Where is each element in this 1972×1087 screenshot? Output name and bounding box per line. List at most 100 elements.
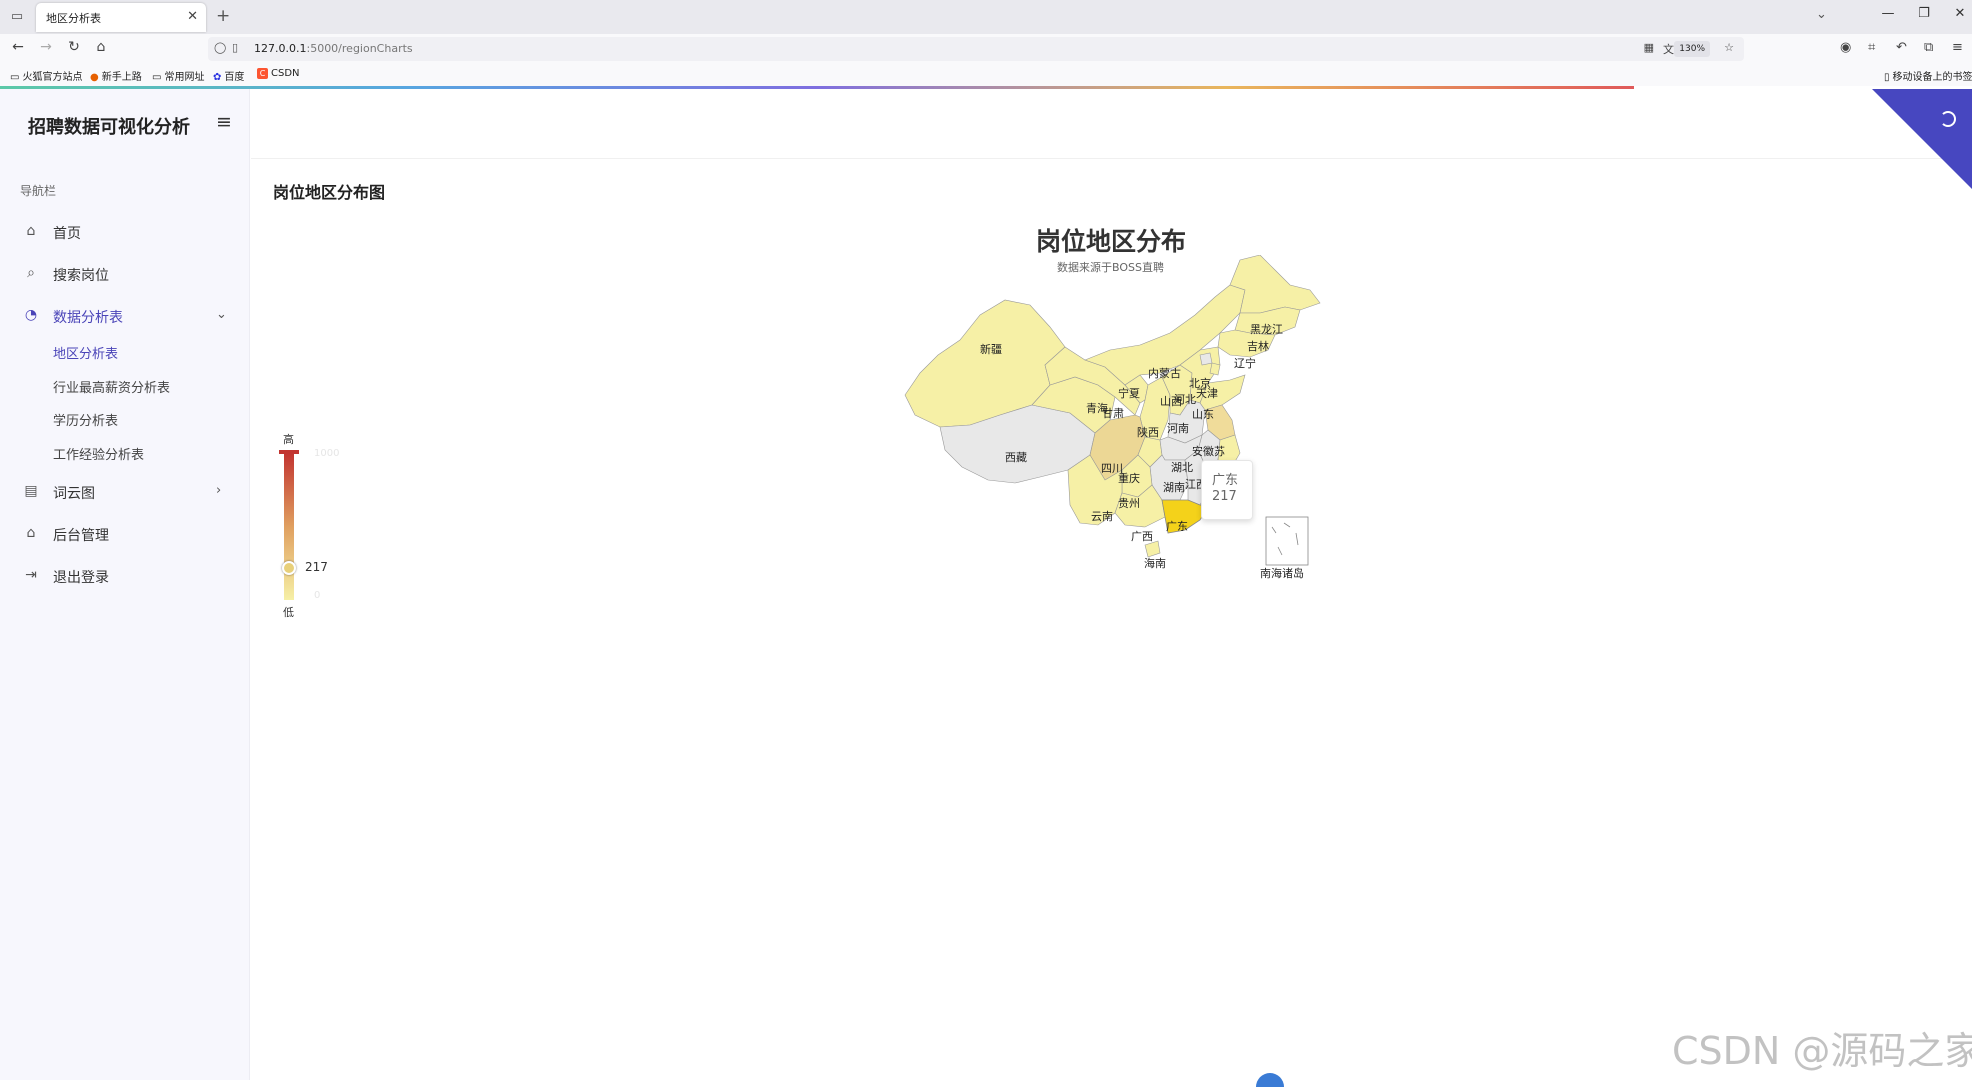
- visual-map-high-label: 高: [283, 433, 294, 446]
- sidebar-item-label: 退出登录: [53, 570, 109, 586]
- corner-badge[interactable]: [1872, 89, 1972, 189]
- south-sea-islands-inset[interactable]: [1265, 516, 1309, 566]
- sidebar-subitem-education[interactable]: 学历分析表: [53, 410, 118, 429]
- csdn-icon: C: [257, 68, 268, 79]
- page-info-icon[interactable]: ▯: [232, 41, 238, 54]
- reload-icon[interactable]: ↻: [65, 39, 83, 55]
- label-liaoning: 辽宁: [1234, 356, 1256, 370]
- sidebar-item-label: 词云图: [53, 486, 95, 502]
- browser-tab[interactable]: 地区分析表 ✕: [36, 3, 206, 32]
- account-icon[interactable]: ◉: [1840, 40, 1851, 55]
- visual-map-min: 0: [314, 590, 321, 601]
- chevron-down-icon[interactable]: ⌄: [1816, 7, 1827, 22]
- close-window-icon[interactable]: ✕: [1950, 6, 1970, 21]
- tab-list-icon[interactable]: ▭: [8, 8, 26, 26]
- back-icon[interactable]: ←: [9, 39, 27, 55]
- label-tianjin: 天津: [1196, 387, 1218, 400]
- sidebar-subitem-region[interactable]: 地区分析表: [53, 343, 118, 362]
- bookmark-label: 火狐官方站点: [22, 72, 83, 83]
- visual-map-bar[interactable]: [279, 450, 299, 600]
- loading-spinner-icon: [1940, 111, 1956, 127]
- label-south-sea: 南海诸岛: [1260, 566, 1304, 580]
- url-text[interactable]: 127.0.0.1:5000/regionCharts: [254, 42, 413, 55]
- label-hubei: 湖北: [1171, 461, 1193, 474]
- label-shandong: 山东: [1192, 408, 1214, 421]
- sidebar-item-search-jobs[interactable]: ⌕ 搜索岗位: [0, 259, 250, 289]
- folder-icon: ▭: [10, 72, 20, 83]
- url-path: :5000/regionCharts: [306, 42, 413, 55]
- baidu-icon: ✿: [213, 72, 222, 83]
- label-shaanxi: 陕西: [1137, 425, 1159, 439]
- bookmark-label: CSDN: [271, 68, 300, 79]
- visual-map-gradient: [284, 454, 294, 600]
- bookmark-item[interactable]: C CSDN: [257, 68, 300, 79]
- sidebar-item-home[interactable]: ⌂ 首页: [0, 217, 250, 247]
- sidebar-item-word-cloud[interactable]: ▤ 词云图 ›: [0, 477, 250, 507]
- extensions-icon[interactable]: ⧉: [1924, 40, 1933, 55]
- translate-icon[interactable]: 文: [1663, 41, 1674, 57]
- minimize-icon[interactable]: —: [1878, 6, 1898, 21]
- home-icon[interactable]: ⌂: [92, 39, 110, 55]
- forward-icon[interactable]: →: [37, 39, 55, 55]
- tooltip-region: 广东: [1212, 473, 1239, 488]
- label-jiangsu: 安徽苏: [1192, 444, 1225, 458]
- address-bar[interactable]: ◯ ▯ 127.0.0.1:5000/regionCharts ▦ 文 130%…: [208, 37, 1744, 61]
- nav-caption: 导航栏: [20, 184, 57, 198]
- watermark: CSDN @源码之家: [1672, 1029, 1972, 1073]
- tab-title: 地区分析表: [46, 12, 101, 25]
- undo-icon[interactable]: ↶: [1896, 40, 1907, 55]
- visual-map-top-cap: [279, 450, 299, 454]
- bookmark-label: 新手上路: [101, 72, 142, 83]
- close-icon[interactable]: ✕: [187, 9, 198, 24]
- visual-map-max: 1000: [314, 448, 340, 459]
- sidebar-subitem-experience[interactable]: 工作经验分析表: [53, 444, 144, 463]
- sidebar-item-admin[interactable]: ⌂ 后台管理: [0, 519, 250, 549]
- menu-icon[interactable]: ≡: [1952, 40, 1963, 55]
- chart-title: 岗位地区分布: [1036, 227, 1187, 256]
- map-tooltip: 广东 217: [1201, 460, 1253, 520]
- label-henan: 河南: [1167, 422, 1189, 435]
- label-hainan: 海南: [1144, 556, 1166, 570]
- china-map[interactable]: 新疆 西藏 青海 甘肃 宁夏 内蒙古 黑龙江 吉林 辽宁 北京 天津 河北 山西…: [900, 255, 1330, 595]
- restore-icon[interactable]: ❐: [1914, 6, 1934, 21]
- region-hainan[interactable]: [1144, 540, 1161, 558]
- region-heilongjiang[interactable]: [1229, 255, 1321, 314]
- mobile-bookmarks[interactable]: ▯ 移动设备上的书签: [1884, 68, 1972, 83]
- zoom-level[interactable]: 130%: [1674, 41, 1710, 57]
- label-neimenggu: 内蒙古: [1148, 366, 1181, 380]
- search-icon: ⌕: [27, 265, 35, 281]
- bookmarks-bar: ▭ 火狐官方站点 ● 新手上路 ▭ 常用网址 ✿ 百度 C CSDN ▯ 移动设备上的书签: [0, 64, 1972, 86]
- home-icon: ⌂: [26, 223, 36, 239]
- visual-map-low-label: 低: [283, 606, 294, 619]
- brand-title: 招聘数据可视化分析: [28, 117, 190, 138]
- sidebar-item-data-analysis[interactable]: ◔ 数据分析表 ⌄: [0, 301, 250, 331]
- new-tab-icon[interactable]: +: [216, 6, 230, 26]
- qr-code-icon[interactable]: ▦: [1644, 41, 1654, 54]
- mobile-icon: ▯: [1884, 72, 1890, 83]
- label-guangxi: 广西: [1131, 530, 1153, 543]
- sidebar-item-label: 搜索岗位: [53, 268, 109, 284]
- sidebar-item-logout[interactable]: ⇥ 退出登录: [0, 561, 250, 591]
- floating-button[interactable]: [1256, 1073, 1284, 1087]
- label-yunnan: 云南: [1091, 510, 1113, 523]
- crop-icon[interactable]: ⌗: [1868, 40, 1875, 55]
- bookmark-item[interactable]: ✿ 百度: [213, 68, 244, 83]
- sidebar-item-label: 数据分析表: [53, 310, 123, 326]
- label-shanxi: 山西: [1160, 395, 1182, 408]
- bookmark-item[interactable]: ▭ 常用网址: [152, 68, 204, 83]
- sidebar-item-label: 后台管理: [53, 528, 109, 544]
- chevron-right-icon: ›: [216, 483, 222, 498]
- star-icon[interactable]: ☆: [1724, 41, 1734, 54]
- label-gansu: 甘肃: [1102, 407, 1124, 420]
- shield-icon[interactable]: ◯: [214, 41, 226, 54]
- bookmark-item[interactable]: ● 新手上路: [90, 68, 142, 83]
- card-title: 岗位地区分布图: [273, 183, 386, 202]
- menu-toggle-icon[interactable]: ≡: [216, 111, 232, 133]
- sidebar-subitem-industry-salary[interactable]: 行业最高薪资分析表: [53, 377, 170, 396]
- bookmark-item[interactable]: ▭ 火狐官方站点: [10, 68, 82, 83]
- region-tianjin[interactable]: [1209, 362, 1221, 376]
- region-beijing[interactable]: [1199, 352, 1213, 366]
- bookmark-label: 移动设备上的书签: [1892, 72, 1972, 83]
- sidebar: 招聘数据可视化分析 ≡ 导航栏 ⌂ 首页 ⌕ 搜索岗位 ◔ 数据分析表 ⌄ 地区…: [0, 89, 250, 1080]
- label-hunan: 湖南: [1163, 481, 1185, 494]
